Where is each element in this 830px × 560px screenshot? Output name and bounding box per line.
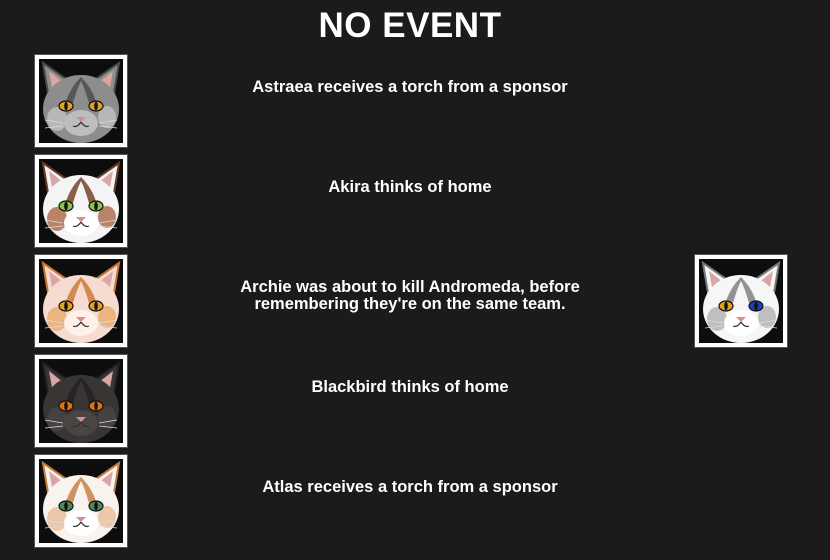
blackbird-portrait bbox=[35, 355, 127, 447]
event-text: Blackbird thinks of home bbox=[311, 378, 509, 396]
cat-face-icon bbox=[41, 160, 121, 243]
astraea-portrait bbox=[35, 55, 127, 147]
cat-face-icon bbox=[41, 260, 121, 343]
cat-face-icon bbox=[41, 360, 121, 443]
akira-portrait bbox=[35, 155, 127, 247]
cat-face-icon bbox=[41, 60, 121, 143]
page-title: NO EVENT bbox=[318, 6, 502, 45]
cat-face-icon bbox=[701, 260, 781, 343]
event-text: Akira thinks of home bbox=[328, 178, 492, 196]
event-text: Astraea receives a torch from a sponsor bbox=[252, 78, 568, 96]
event-text: Archie was about to kill Andromeda, befo… bbox=[240, 278, 580, 313]
event-text: Atlas receives a torch from a sponsor bbox=[262, 478, 558, 496]
atlas-portrait bbox=[35, 455, 127, 547]
andromeda-portrait bbox=[695, 255, 787, 347]
cat-face-icon bbox=[41, 460, 121, 543]
archie-portrait bbox=[35, 255, 127, 347]
